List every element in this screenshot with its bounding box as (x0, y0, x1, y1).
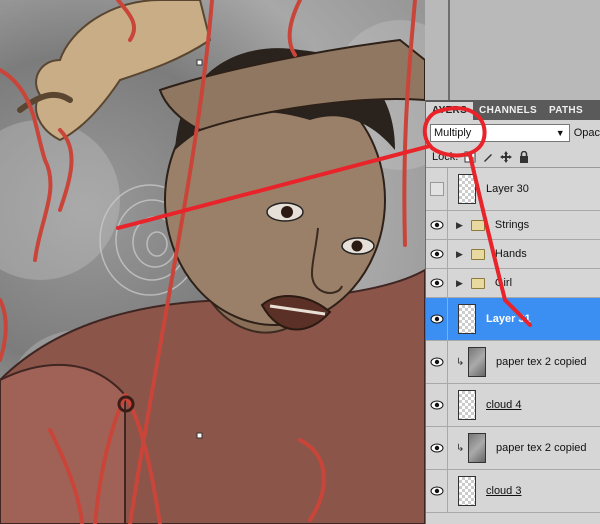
blend-mode-select[interactable]: Multiply ▼ (430, 124, 570, 142)
layer-thumbnail (468, 433, 486, 463)
visibility-toggle[interactable] (426, 298, 448, 340)
visibility-toggle[interactable] (426, 211, 448, 239)
layer-thumbnail (458, 476, 476, 506)
lock-label: Lock: (432, 150, 459, 163)
chevron-down-icon: ▼ (555, 128, 565, 138)
expand-triangle-icon[interactable]: ▶ (456, 249, 463, 260)
layer-name: Layer 30 (486, 183, 529, 195)
layer-name: cloud 3 (486, 485, 522, 497)
tab-layers[interactable]: AYERS (426, 102, 474, 120)
eye-icon (430, 314, 443, 324)
layer-name: paper tex 2 copied (496, 356, 587, 368)
lock-all-icon[interactable] (518, 150, 530, 163)
lock-position-icon[interactable] (500, 150, 513, 163)
layer-name: Layer 31 (486, 313, 531, 325)
visibility-toggle[interactable] (426, 341, 448, 383)
expand-triangle-icon[interactable]: ▶ (456, 220, 463, 231)
visibility-toggle[interactable] (426, 384, 448, 426)
artwork (0, 0, 425, 524)
opacity-label: Opac (573, 127, 600, 139)
layer-row[interactable]: ↳ paper tex 2 copied (426, 341, 600, 384)
folder-icon (470, 277, 485, 289)
visibility-toggle[interactable] (426, 168, 448, 210)
layer-name: cloud 4 (486, 399, 522, 411)
blend-row: Multiply ▼ Opac (426, 120, 600, 146)
arm-illustration (0, 363, 126, 524)
eye-icon (430, 486, 443, 496)
layer-row[interactable]: cloud 3 (426, 470, 600, 513)
eye-icon (430, 249, 443, 259)
layer-name: Girl (494, 277, 513, 289)
document-canvas[interactable] (0, 0, 425, 524)
layer-thumbnail (458, 390, 476, 420)
blend-mode-value: Multiply (434, 127, 472, 139)
eye-icon (430, 400, 443, 410)
lock-row: Lock: (426, 146, 600, 168)
tab-channels[interactable]: CHANNELS (473, 102, 543, 120)
workspace-background (425, 0, 600, 100)
clipping-mask-icon: ↳ (456, 442, 465, 454)
visibility-toggle[interactable] (426, 427, 448, 469)
tab-paths[interactable]: PATHS (543, 102, 589, 120)
folder-icon (470, 248, 485, 260)
layer-group-row[interactable]: ▶ Girl (426, 269, 600, 298)
layer-thumbnail (458, 304, 476, 334)
expand-triangle-icon[interactable]: ▶ (456, 278, 463, 289)
hidden-eye-icon (429, 182, 444, 196)
layer-thumbnail (458, 174, 476, 204)
eye-icon (430, 357, 443, 367)
folder-icon (470, 219, 485, 231)
eye-icon (430, 443, 443, 453)
eye-icon (430, 278, 443, 288)
visibility-toggle[interactable] (426, 269, 448, 297)
layer-group-row[interactable]: ▶ Strings (426, 211, 600, 240)
panel-tabs: AYERS CHANNELS PATHS (426, 100, 600, 120)
layer-row[interactable]: ↳ paper tex 2 copied (426, 427, 600, 470)
layer-list: Layer 30 ▶ Strings ▶ Hands ▶ Girl Layer … (426, 168, 600, 513)
eye-icon (430, 220, 443, 230)
layer-row-selected[interactable]: Layer 31 (426, 298, 600, 341)
layer-name: Strings (494, 219, 530, 231)
layer-row[interactable]: cloud 4 (426, 384, 600, 427)
layer-row[interactable]: Layer 30 (426, 168, 600, 211)
clipping-mask-icon: ↳ (456, 356, 465, 368)
divider (448, 0, 450, 100)
layer-name: Hands (494, 248, 527, 260)
visibility-toggle[interactable] (426, 240, 448, 268)
layers-panel: AYERS CHANNELS PATHS Multiply ▼ Opac Loc… (425, 100, 600, 524)
visibility-toggle[interactable] (426, 470, 448, 512)
layer-name: paper tex 2 copied (496, 442, 587, 454)
layer-group-row[interactable]: ▶ Hands (426, 240, 600, 269)
lock-transparent-pixels-icon[interactable] (464, 151, 476, 163)
layer-thumbnail (468, 347, 486, 377)
lock-image-pixels-icon[interactable] (482, 151, 494, 163)
